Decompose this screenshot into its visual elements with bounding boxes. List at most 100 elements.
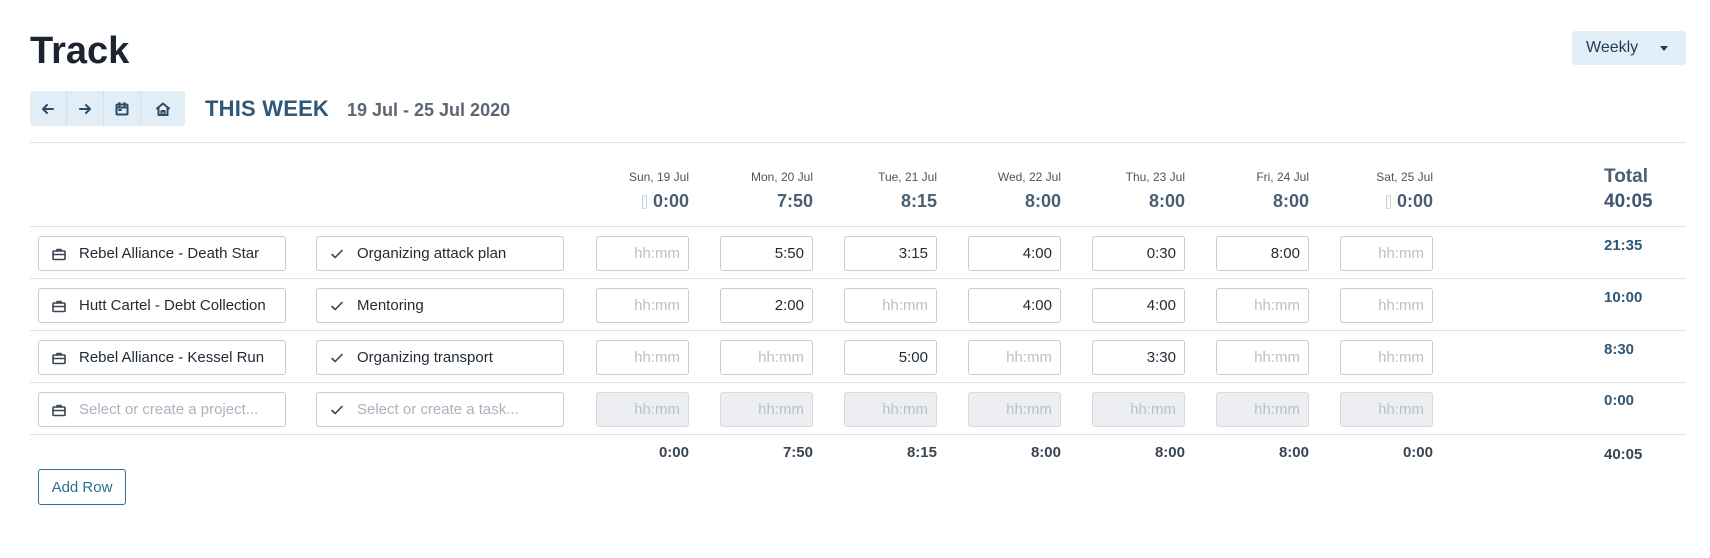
day-total-value: 8:00 [1272,191,1309,211]
day-total-value: 8:00 [1148,191,1185,211]
footer-day-total: 8:00 [1154,444,1185,461]
task-select-text: Organizing attack plan [357,245,507,262]
calendar-button[interactable] [104,91,141,126]
day-column-header: Sun, 19 Jul 0:00 [569,170,689,212]
project-select[interactable]: Rebel Alliance - Death Star [38,236,286,271]
time-input[interactable] [1216,392,1309,427]
day-total-value: 0:00 [1396,191,1433,211]
time-input[interactable] [596,392,689,427]
day-total: 8:00 [1189,191,1309,212]
previous-week-button[interactable] [30,91,67,126]
time-input[interactable] [968,340,1061,375]
day-total: 8:00 [941,191,1061,212]
row-total: 10:00 [1604,289,1643,306]
footer-day-total: 8:00 [1278,444,1309,461]
project-select[interactable]: Hutt Cartel - Debt Collection [38,288,286,323]
row-divider [30,330,1686,331]
time-input[interactable] [968,288,1061,323]
time-input[interactable] [968,236,1061,271]
week-navigation [30,91,185,126]
time-input[interactable] [1216,288,1309,323]
home-icon [156,102,170,116]
day-total: 7:50 [693,191,813,212]
total-column-header: Total 40:05 [1604,166,1653,213]
time-input[interactable] [844,392,937,427]
header-divider [30,142,1686,143]
time-input[interactable] [1092,236,1185,271]
row-total: 0:00 [1604,392,1635,409]
day-label: Wed, 22 Jul [997,170,1061,184]
time-input[interactable] [596,340,689,375]
home-button[interactable] [141,91,185,126]
day-label: Sun, 19 Jul [628,170,689,184]
footer-day-total: 0:00 [658,444,689,461]
new-task-select[interactable]: Select or create a task... [316,392,564,427]
calendar-icon [115,101,129,115]
view-period-select[interactable]: Weekly [1572,31,1686,65]
check-icon [329,298,345,314]
day-total-value: 8:00 [1024,191,1061,211]
table-bottom-divider [30,434,1686,435]
time-input[interactable] [596,288,689,323]
project-select-text: Hutt Cartel - Debt Collection [79,297,266,314]
new-project-select-text: Select or create a project... [79,401,259,418]
table-top-divider [30,226,1686,227]
time-input[interactable] [1216,340,1309,375]
time-input[interactable] [1340,340,1433,375]
day-label: Sat, 25 Jul [1376,170,1433,184]
view-period-value: Weekly [1586,39,1639,56]
task-select-text: Organizing transport [357,349,493,366]
day-column-header: Fri, 24 Jul 8:00 [1189,170,1309,212]
time-input[interactable] [596,236,689,271]
time-input[interactable] [968,392,1061,427]
check-icon [329,350,345,366]
arrow-left-icon [42,103,54,114]
day-column-header: Wed, 22 Jul 8:00 [941,170,1061,212]
briefcase-icon [51,402,67,418]
task-select-text: Mentoring [357,297,424,314]
day-label: Thu, 23 Jul [1125,170,1185,184]
time-input[interactable] [1092,340,1185,375]
time-input[interactable] [720,288,813,323]
time-input[interactable] [720,392,813,427]
caret-down-icon [1660,45,1668,51]
time-input[interactable] [844,236,937,271]
add-row-button[interactable]: Add Row [38,469,126,505]
row-total: 8:30 [1604,341,1635,358]
day-column-header: Thu, 23 Jul 8:00 [1065,170,1185,212]
time-input[interactable] [1340,236,1433,271]
time-input[interactable] [720,340,813,375]
row-total: 21:35 [1604,237,1643,254]
check-icon [329,246,345,262]
arrow-right-icon [79,103,91,114]
row-divider [30,278,1686,279]
task-select[interactable]: Organizing transport [316,340,564,375]
time-input[interactable] [1340,288,1433,323]
next-week-button[interactable] [67,91,104,126]
day-total-value: 7:50 [776,191,813,211]
zero-indicator-icon [641,194,647,209]
day-column-header: Mon, 20 Jul 7:50 [693,170,813,212]
day-total: 8:15 [817,191,937,212]
time-input[interactable] [1216,236,1309,271]
day-total-value: 8:15 [900,191,937,211]
time-input[interactable] [1340,392,1433,427]
date-range: 19 Jul - 25 Jul 2020 [347,100,511,120]
day-total: 0:00 [1313,191,1433,212]
total-label: Total [1604,166,1648,187]
day-column-header: Sat, 25 Jul 0:00 [1313,170,1433,212]
new-project-select[interactable]: Select or create a project... [38,392,286,427]
time-input[interactable] [1092,288,1185,323]
time-input[interactable] [844,340,937,375]
day-total: 0:00 [569,191,689,212]
task-select[interactable]: Mentoring [316,288,564,323]
time-input[interactable] [844,288,937,323]
project-select[interactable]: Rebel Alliance - Kessel Run [38,340,286,375]
page-title: Track [30,30,130,72]
day-column-header: Tue, 21 Jul 8:15 [817,170,937,212]
footer-day-total: 8:15 [906,444,937,461]
day-total-value: 0:00 [652,191,689,211]
time-input[interactable] [720,236,813,271]
task-select[interactable]: Organizing attack plan [316,236,564,271]
time-input[interactable] [1092,392,1185,427]
